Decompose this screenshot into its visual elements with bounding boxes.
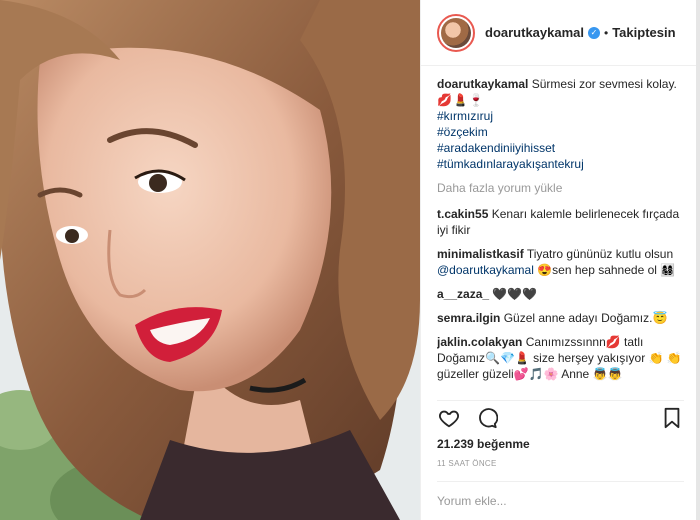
comment-item: minimalistkasif Tiyatro gününüz kutlu ol… [437,246,688,278]
mention-link[interactable]: @doarutkaykamal [437,263,534,277]
caption-emojis: 💋💄🍷 [437,93,485,107]
add-comment-box [437,481,684,520]
comment-icon[interactable] [475,406,499,430]
comments-list[interactable]: doarutkaykamal Sürmesi zor sevmesi kolay… [437,76,688,398]
post-header: doarutkaykamal ✓ • Takiptesin [421,0,700,66]
avatar[interactable] [437,13,475,52]
caption-text: Sürmesi zor sevmesi kolay. [531,77,677,91]
bookmark-icon[interactable] [660,406,684,430]
caption-username[interactable]: doarutkaykamal [437,77,528,91]
follow-status-button[interactable]: Takiptesin [612,25,675,40]
header-username[interactable]: doarutkaykamal [485,25,584,40]
comment-text: 🖤🖤🖤 [492,287,538,301]
comment-username[interactable]: t.cakin55 [437,207,488,221]
comment-username[interactable]: a__zaza_ [437,287,489,301]
post-panel: doarutkaykamal ✓ • Takiptesin doarutkayk… [420,0,700,520]
comment-item: jaklin.colakyan Canımızssınnn💋 tatlı Doğ… [437,334,688,382]
post-photo[interactable] [0,0,420,520]
comment-username[interactable]: jaklin.colakyan [437,335,522,349]
hashtag-link[interactable]: #özçekim [437,124,688,140]
action-bar [437,400,684,434]
scrollbar[interactable] [696,0,700,520]
comment-text: Tiyatro gününüz kutlu olsun [526,247,674,261]
comment-username[interactable]: minimalistkasif [437,247,524,261]
heart-icon[interactable] [437,406,461,430]
caption: doarutkaykamal Sürmesi zor sevmesi kolay… [437,76,688,172]
comment-text: Güzel anne adayı Doğamız.😇 [503,311,668,325]
hashtag-link[interactable]: #kırmızıruj [437,108,688,124]
hashtag-link[interactable]: #aradakendiniiyihisset [437,140,688,156]
load-more-comments-link[interactable]: Daha fazla yorum yükle [437,180,688,196]
instagram-post: doarutkaykamal ✓ • Takiptesin doarutkayk… [0,0,700,520]
selfie-image [0,0,420,520]
verified-badge-icon: ✓ [588,26,600,39]
separator: • [604,25,609,40]
comment-item: semra.ilgin Güzel anne adayı Doğamız.😇 [437,310,688,326]
comment-text: 😍sen hep sahnede ol 👩‍👩‍👧‍👦 [537,263,676,277]
comment-username[interactable]: semra.ilgin [437,311,500,325]
post-timestamp: 11 SAAT ÖNCE [437,459,497,468]
likes-count[interactable]: 21.239 beğenme [437,437,530,451]
hashtag-link[interactable]: #tümkadınlarayakışantekruj [437,156,688,172]
add-comment-input[interactable] [437,494,684,508]
comment-item: t.cakin55 Kenarı kalemle belirlenecek fı… [437,206,688,238]
comment-item: a__zaza_ 🖤🖤🖤 [437,286,688,302]
